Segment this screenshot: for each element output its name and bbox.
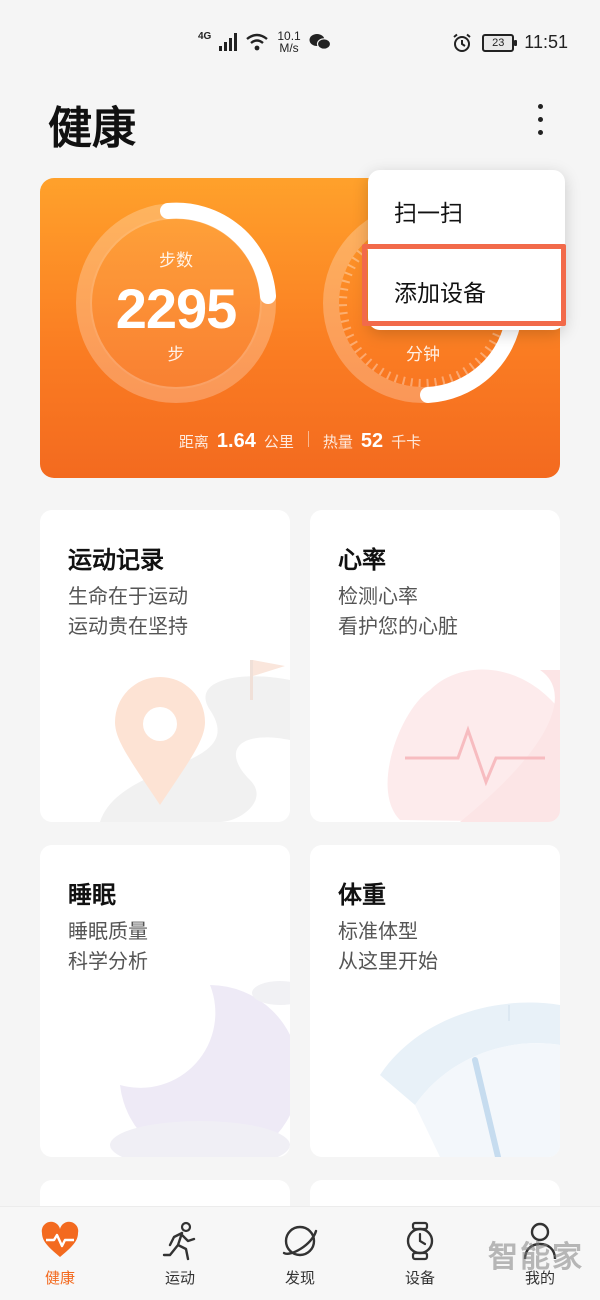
wechat-icon <box>309 34 331 50</box>
steps-value: 2295 <box>115 277 238 340</box>
card-heart-rate[interactable]: 心率 检测心率 看护您的心脏 <box>310 510 560 822</box>
calories-unit: 千卡 <box>391 433 422 451</box>
watermark: 智能家 <box>488 1240 584 1275</box>
card-line-2: 科学分析 <box>68 949 148 973</box>
page-title: 健康 <box>48 103 136 154</box>
calories-value: 52 <box>360 430 384 452</box>
card-sleep[interactable]: 睡眠 睡眠质量 科学分析 <box>40 845 290 1157</box>
card-exercise-record[interactable]: 运动记录 生命在于运动 运动贵在坚持 <box>40 510 290 822</box>
status-center: 4G 10.1 M/s <box>198 30 331 54</box>
card-title: 心率 <box>338 546 386 574</box>
footer-divider <box>307 431 309 447</box>
alarm-icon <box>453 33 471 52</box>
network-type: 4G <box>198 30 212 42</box>
card-title: 运动记录 <box>68 546 164 574</box>
distance-label: 距离 <box>178 433 209 451</box>
clock: 11:51 <box>524 32 568 52</box>
minutes-unit: 分钟 <box>406 345 440 365</box>
calories-label: 热量 <box>322 433 353 451</box>
card-title: 体重 <box>338 881 386 909</box>
steps-unit: 步 <box>167 345 185 365</box>
signal-icon <box>219 33 238 51</box>
status-right: 23 11:51 <box>452 32 568 53</box>
battery-icon: 23 <box>482 33 518 52</box>
nav-label: 健康 <box>44 1269 75 1287</box>
card-weight[interactable]: 体重 标准体型 从这里开始 <box>310 845 560 1157</box>
card-line-1: 标准体型 <box>338 919 418 943</box>
wifi-icon <box>246 33 269 51</box>
watch-icon <box>406 1221 434 1261</box>
distance-value: 1.64 <box>216 430 256 452</box>
nav-tab-devices[interactable]: 设备 <box>370 1207 470 1300</box>
card-line-1: 生命在于运动 <box>68 584 188 608</box>
card-line-2: 看护您的心脏 <box>338 614 458 638</box>
card-line-1: 检测心率 <box>338 584 418 608</box>
nav-label: 发现 <box>284 1269 315 1287</box>
more-dot <box>537 116 543 122</box>
nav-label: 设备 <box>404 1269 435 1287</box>
running-icon <box>162 1221 196 1261</box>
nav-tab-exercise[interactable]: 运动 <box>130 1207 230 1300</box>
heart-pulse-icon <box>41 1221 79 1257</box>
distance-unit: 公里 <box>263 433 294 451</box>
highlight-box <box>362 244 566 326</box>
steps-label: 步数 <box>159 251 193 271</box>
card-line-2: 运动贵在坚持 <box>68 614 188 638</box>
more-options-button[interactable] <box>520 96 560 142</box>
more-dot <box>537 129 543 135</box>
speed-unit: M/s <box>279 41 299 55</box>
nav-tab-health[interactable]: 健康 <box>10 1207 110 1300</box>
nav-tab-discover[interactable]: 发现 <box>250 1207 350 1300</box>
status-bar: 4G 10.1 M/s 23 11:51 <box>0 0 600 88</box>
menu-item-scan[interactable]: 扫一扫 <box>368 176 565 246</box>
nav-label: 运动 <box>164 1269 195 1287</box>
summary-footer: 距离 1.64 公里 热量 52 千卡 <box>40 430 560 453</box>
network-speed: 10.1 M/s <box>277 30 300 54</box>
card-line-2: 从这里开始 <box>338 949 438 973</box>
planet-icon <box>282 1225 318 1257</box>
card-title: 睡眠 <box>68 881 116 909</box>
card-line-1: 睡眠质量 <box>68 919 148 943</box>
more-dot <box>537 103 543 109</box>
